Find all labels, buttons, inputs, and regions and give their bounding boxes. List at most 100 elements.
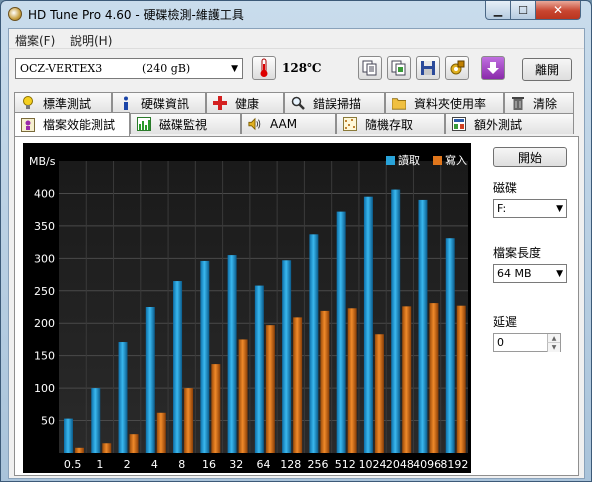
bar-write xyxy=(402,306,412,453)
folder-icon xyxy=(392,96,406,110)
window-title: HD Tune Pro 4.60 - 硬碟檢測-維護工具 xyxy=(28,8,244,22)
maximize-button[interactable]: ☐ xyxy=(510,1,536,20)
menu-file[interactable]: 檔案(F) xyxy=(15,32,55,49)
start-button[interactable]: 開始 xyxy=(493,147,567,167)
bulb-icon xyxy=(21,96,35,110)
x-tick-label: 64 xyxy=(257,458,271,471)
options-icon xyxy=(450,60,465,75)
download-button[interactable] xyxy=(481,56,505,80)
extra-tests-icon xyxy=(452,117,466,131)
spin-up-icon[interactable]: ▲ xyxy=(547,334,560,343)
y-tick-label: 400 xyxy=(34,187,55,200)
tab-info[interactable]: 硬碟資訊 xyxy=(112,92,206,113)
bar-read xyxy=(64,418,73,453)
tab-file-benchmark-label: 檔案效能測試 xyxy=(43,118,116,132)
drive-selector[interactable]: OCZ-VERTEX3 (240 gB) ▼ xyxy=(15,58,243,79)
legend-read-label: 讀取 xyxy=(398,153,420,167)
copy-text-button[interactable] xyxy=(358,56,382,80)
tab-random-access[interactable]: 隨機存取 xyxy=(336,113,445,134)
tab-extra-tests[interactable]: 額外測試 xyxy=(445,113,574,134)
x-tick-label: 128 xyxy=(280,458,301,471)
x-axis: 0.5 1 2 4 8 16 32 64 128 256 512 1024 2048 4096 8192 xyxy=(64,458,468,471)
info-icon xyxy=(119,96,133,110)
bar-read xyxy=(391,189,401,453)
app-window: HD Tune Pro 4.60 - 硬碟檢測-維護工具 ▁ ☐ ✕ 檔案(F)… xyxy=(0,0,592,482)
bar-write xyxy=(429,303,439,453)
title-bar[interactable]: HD Tune Pro 4.60 - 硬碟檢測-維護工具 ▁ ☐ ✕ xyxy=(1,1,591,27)
drive-letter-select[interactable]: F: ▼ xyxy=(493,199,567,218)
tab-aam-label: AAM xyxy=(270,117,298,131)
save-button[interactable] xyxy=(416,56,440,80)
save-icon xyxy=(421,61,435,75)
delay-spinner[interactable]: 0 ▲ ▼ xyxy=(493,333,561,352)
speaker-icon xyxy=(248,117,262,131)
x-tick-label: 32 xyxy=(229,458,243,471)
temperature-button[interactable] xyxy=(252,56,276,80)
bar-write xyxy=(456,305,466,453)
bar-write xyxy=(293,317,303,453)
toolbar: OCZ-VERTEX3 (240 gB) ▼ 128℃ 離開 xyxy=(9,50,584,88)
exit-button[interactable]: 離開 xyxy=(522,58,572,81)
x-tick-label: 8 xyxy=(178,458,185,471)
y-axis-title: MB/s xyxy=(29,155,56,168)
bar-read xyxy=(363,196,373,453)
tab-info-label: 硬碟資訊 xyxy=(141,96,190,111)
y-tick-label: 300 xyxy=(34,252,55,265)
legend-read-swatch xyxy=(386,156,395,165)
bar-write xyxy=(102,443,112,453)
tab-file-benchmark[interactable]: 檔案效能測試 xyxy=(14,112,130,136)
bar-read xyxy=(227,255,237,453)
bar-read xyxy=(282,260,292,453)
tab-benchmark[interactable]: 標準測試 xyxy=(14,92,112,113)
x-tick-label: 16 xyxy=(202,458,216,471)
bar-write xyxy=(347,308,357,453)
bar-read xyxy=(336,211,346,453)
bar-read xyxy=(309,234,319,453)
tab-aam[interactable]: AAM xyxy=(241,113,336,134)
drive-name: OCZ-VERTEX3 xyxy=(20,62,103,75)
tab-folder-usage-label: 資料夾使用率 xyxy=(414,96,487,111)
bar-read xyxy=(418,199,428,453)
options-button[interactable] xyxy=(445,56,469,80)
app-icon xyxy=(8,7,22,21)
bar-write xyxy=(320,310,330,453)
file-benchmark-panel: 50 100 150 200 250 300 350 400 0.5 1 2 4 8 16 32 64 128… xyxy=(14,136,579,476)
bar-read xyxy=(173,281,183,453)
delay-value: 0 xyxy=(497,336,504,349)
bar-read xyxy=(145,307,155,453)
menu-help[interactable]: 說明(H) xyxy=(70,32,112,49)
x-tick-label: 1024 xyxy=(359,458,387,471)
drive-label: 磁碟 xyxy=(493,181,518,195)
tab-disk-monitor[interactable]: 磁碟監視 xyxy=(130,113,241,134)
bar-write xyxy=(75,447,84,453)
tab-erase[interactable]: 清除 xyxy=(504,92,574,113)
tab-row-1: 標準測試 硬碟資訊 健康 錯誤掃描 資料夾使用率 清除 xyxy=(14,92,579,113)
thermometer-icon xyxy=(260,58,268,77)
legend-write-label: 寫入 xyxy=(445,153,467,167)
spin-down-icon[interactable]: ▼ xyxy=(547,343,560,352)
bar-read xyxy=(445,238,455,453)
magnifier-icon xyxy=(291,96,305,110)
chevron-down-icon: ▼ xyxy=(556,204,563,214)
file-length-label: 檔案長度 xyxy=(493,246,542,260)
file-benchmark-icon xyxy=(21,117,35,132)
copy-screenshot-button[interactable] xyxy=(387,56,411,80)
minimize-button[interactable]: ▁ xyxy=(485,1,511,20)
drive-size: (240 gB) xyxy=(142,62,191,75)
tab-health[interactable]: 健康 xyxy=(206,92,284,113)
copy-text-icon xyxy=(362,60,377,76)
y-tick-label: 150 xyxy=(34,350,55,363)
close-button[interactable]: ✕ xyxy=(535,1,581,20)
bar-write xyxy=(129,434,139,453)
benchmark-chart: 50 100 150 200 250 300 350 400 0.5 1 2 4 8 16 32 64 128… xyxy=(23,143,471,473)
random-access-icon xyxy=(343,117,357,131)
file-length-select[interactable]: 64 MB ▼ xyxy=(493,264,567,283)
tab-folder-usage[interactable]: 資料夾使用率 xyxy=(385,92,504,113)
x-tick-label: 256 xyxy=(308,458,329,471)
chevron-down-icon: ▼ xyxy=(556,269,563,279)
x-tick-label: 2 xyxy=(124,458,131,471)
tab-error-scan[interactable]: 錯誤掃描 xyxy=(284,92,385,113)
menu-bar: 檔案(F) 說明(H) xyxy=(9,29,584,49)
bar-write xyxy=(374,334,384,453)
bar-read xyxy=(91,388,101,453)
